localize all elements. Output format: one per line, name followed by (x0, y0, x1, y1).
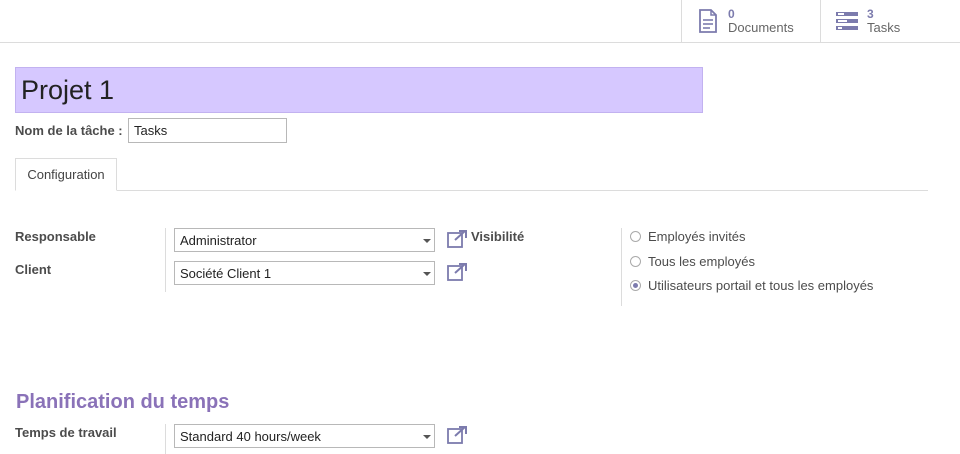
field-separator (165, 424, 166, 454)
client-select[interactable]: Société Client 1 (174, 261, 435, 285)
radio-label: Tous les employés (648, 254, 755, 269)
external-link-icon[interactable] (447, 230, 467, 248)
tasks-stat-button[interactable]: 3 Tasks (820, 0, 960, 42)
project-title: Projet 1 (21, 75, 115, 105)
radio-label: Utilisateurs portail et tous les employé… (648, 278, 874, 293)
tasks-label: Tasks (867, 20, 901, 35)
project-title-field[interactable]: Projet 1 (15, 67, 703, 113)
radio-label: Employés invités (648, 229, 746, 244)
working-time-value: Standard 40 hours/week (180, 429, 321, 444)
external-link-icon[interactable] (447, 263, 467, 281)
tasks-count: 3 (867, 7, 874, 21)
chevron-down-icon (423, 435, 431, 439)
documents-label: Documents (728, 20, 794, 35)
radio-button-checked[interactable] (630, 280, 641, 291)
radio-button[interactable] (630, 231, 641, 242)
field-separator (165, 228, 166, 292)
task-name-input[interactable]: Tasks (128, 118, 287, 143)
tasks-icon (835, 9, 859, 33)
stat-button-box: 0 Documents 3 Tasks (0, 0, 960, 43)
responsable-value: Administrator (180, 233, 257, 248)
responsable-label: Responsable (15, 229, 96, 244)
planning-section-title: Planification du temps (16, 391, 230, 413)
responsable-select[interactable]: Administrator (174, 228, 435, 252)
field-separator (621, 228, 622, 306)
chevron-down-icon (423, 272, 431, 276)
external-link-icon[interactable] (447, 426, 467, 444)
working-time-select[interactable]: Standard 40 hours/week (174, 424, 435, 448)
documents-stat-button[interactable]: 0 Documents (681, 0, 821, 42)
tab-configuration[interactable]: Configuration (15, 158, 117, 191)
notebook-tabs: Configuration (15, 158, 928, 191)
document-icon (696, 9, 720, 33)
client-label: Client (15, 262, 52, 277)
working-time-label: Temps de travail (15, 425, 117, 440)
visibility-option-invited[interactable]: Employés invités (630, 229, 746, 244)
visibility-option-all-employees[interactable]: Tous les employés (630, 254, 755, 269)
client-value: Société Client 1 (180, 266, 272, 281)
task-name-label: Nom de la tâche : (15, 123, 123, 138)
chevron-down-icon (423, 239, 431, 243)
visibility-label: Visibilité (471, 229, 525, 244)
documents-count: 0 (728, 7, 735, 21)
visibility-option-portal[interactable]: Utilisateurs portail et tous les employé… (630, 278, 873, 293)
radio-button[interactable] (630, 256, 641, 267)
